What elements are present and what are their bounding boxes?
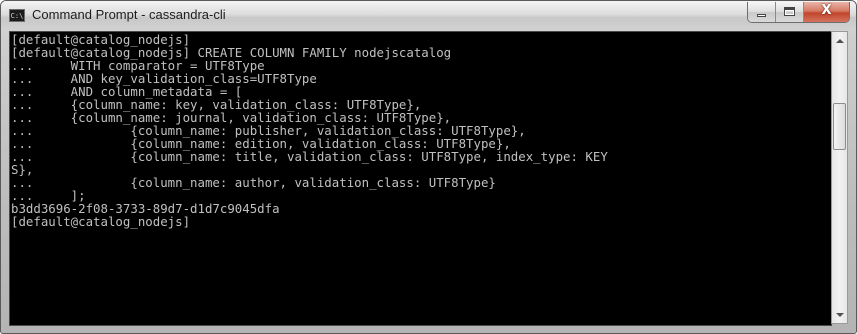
console-text: [default@catalog_nodejs] [default@catalo…: [10, 33, 608, 228]
console-output[interactable]: [default@catalog_nodejs] [default@catalo…: [9, 31, 832, 326]
close-button[interactable]: X: [804, 2, 849, 22]
vertical-scrollbar[interactable]: [831, 31, 848, 324]
minimize-icon: [757, 14, 766, 17]
scroll-up-button[interactable]: [832, 32, 847, 49]
minimize-button[interactable]: [748, 2, 776, 22]
arrow-down-icon: [835, 312, 844, 317]
cmd-icon[interactable]: C:\: [9, 9, 25, 22]
console-line: ... {column_name: title, validation_clas…: [11, 149, 608, 164]
console-prompt-line: [default@catalog_nodejs]: [11, 214, 191, 229]
scrollbar-thumb[interactable]: [833, 103, 846, 150]
window-controls: X: [747, 2, 850, 23]
window-title: Command Prompt - cassandra-cli: [32, 7, 226, 22]
console-line: ... {column_name: author, validation_cla…: [11, 175, 496, 190]
maximize-icon: [784, 7, 795, 16]
arrow-up-icon: [835, 38, 844, 43]
close-icon: X: [821, 3, 832, 18]
command-prompt-window: C:\ Command Prompt - cassandra-cli X [de…: [0, 0, 857, 334]
maximize-button[interactable]: [776, 2, 804, 22]
title-bar[interactable]: C:\ Command Prompt - cassandra-cli X: [1, 1, 856, 31]
scroll-down-button[interactable]: [832, 306, 847, 323]
